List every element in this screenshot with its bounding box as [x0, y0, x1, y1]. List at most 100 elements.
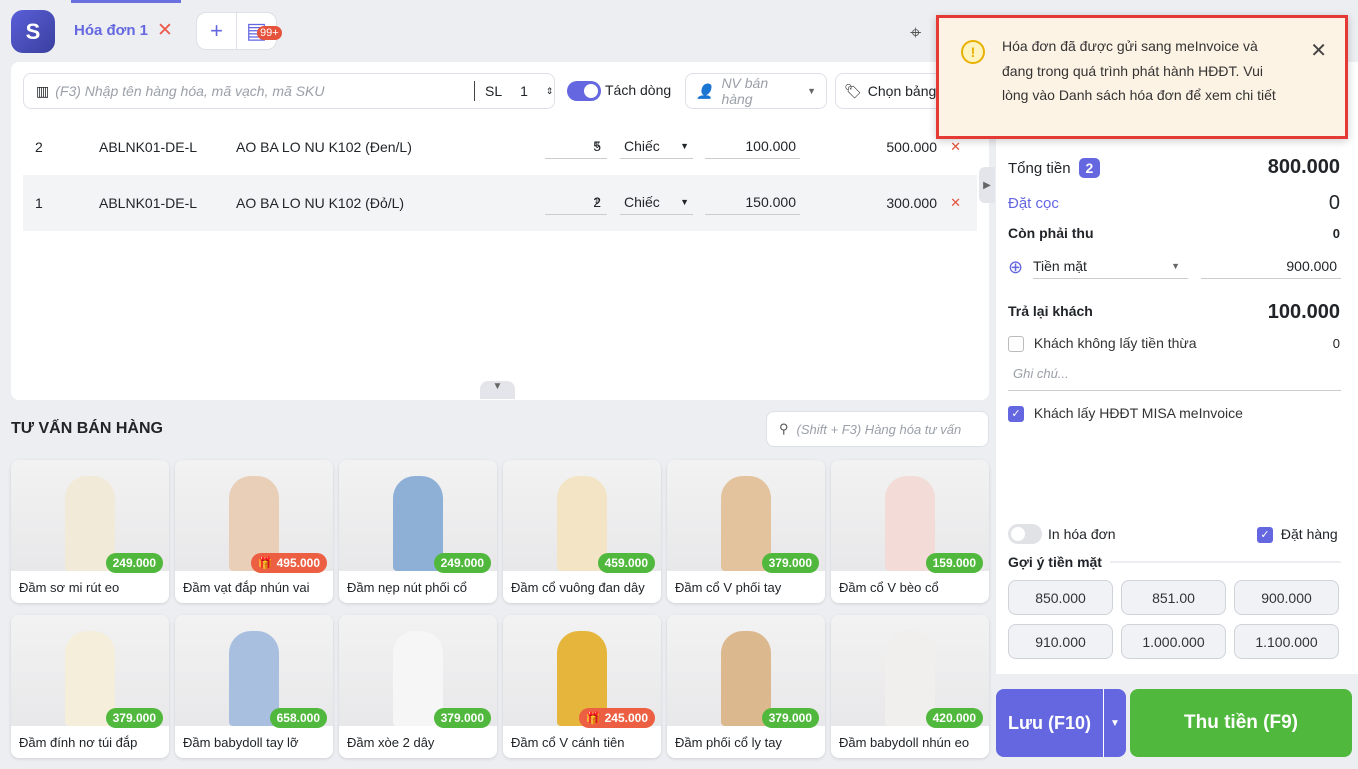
row-total: 300.000: [886, 195, 937, 211]
product-card[interactable]: 249.000 Đầm nẹp nút phối cổ: [339, 460, 497, 603]
change-amount: 100.000: [1267, 301, 1340, 323]
product-card[interactable]: 🎁 245.000 Đầm cổ V cánh tiên: [503, 615, 661, 758]
product-price: 379.000: [768, 711, 812, 725]
close-toast-icon[interactable]: ✕: [1310, 38, 1327, 63]
quantity-stepper[interactable]: SL 1 ⇕: [474, 81, 554, 101]
product-card[interactable]: 420.000 Đầm babydoll nhún eo: [831, 615, 989, 758]
product-image: 420.000: [831, 615, 989, 728]
change-label: Trả lại khách: [1008, 303, 1093, 319]
location-pin-icon[interactable]: ⌖: [910, 22, 921, 45]
product-search-input[interactable]: ▥ (F3) Nhập tên hàng hóa, mã vạch, mã SK…: [23, 73, 555, 109]
product-price: 420.000: [932, 711, 976, 725]
product-price: 459.000: [604, 556, 648, 570]
barcode-icon: ▥: [36, 82, 50, 99]
row-total: 500.000: [886, 139, 937, 155]
product-name: Đầm phối cổ ly tay: [675, 735, 782, 750]
add-payment-icon[interactable]: ⊕: [1008, 257, 1023, 278]
row-price-input[interactable]: 100.000: [705, 133, 800, 159]
product-image: 658.000: [175, 615, 333, 728]
invoice-list-button[interactable]: ▤99+: [237, 13, 282, 49]
cash-suggestions: 850.000 851.00 900.000 910.000 1.000.000 1.10…: [1008, 580, 1340, 659]
cart-row[interactable]: 2 ABLNK01-DE-L AO BA LO NU K102 (Đen/L) 5 ⇕ C…: [23, 119, 977, 175]
print-toggle[interactable]: [1008, 524, 1042, 544]
no-change-checkbox[interactable]: [1008, 336, 1024, 353]
save-button[interactable]: Lưu (F10) ▼: [996, 689, 1126, 757]
row-qty-input[interactable]: 5 ⇕: [545, 133, 607, 159]
cash-suggestion-button[interactable]: 1.000.000: [1121, 624, 1226, 659]
cash-suggestion-button[interactable]: 850.000: [1008, 580, 1113, 615]
price-list-select[interactable]: 🏷 Chọn bảng: [835, 73, 945, 109]
product-price-badge: 658.000: [269, 708, 327, 728]
cash-suggestion-button[interactable]: 900.000: [1234, 580, 1339, 615]
product-grid: 249.000 Đầm sơ mi rút eo 🎁 495.000 Đầm vạt đ…: [11, 460, 989, 758]
product-card[interactable]: 159.000 Đầm cổ V bèo cổ: [831, 460, 989, 603]
advice-section-title: TƯ VẤN BÁN HÀNG: [11, 420, 163, 437]
chevron-down-icon: ▼: [680, 140, 689, 151]
user-icon: 👤: [696, 82, 714, 99]
product-image: 379.000: [667, 460, 825, 573]
toast-message: Hóa đơn đã được gửi sang meInvoice và đa…: [1002, 38, 1276, 103]
salesperson-select[interactable]: 👤 NV bán hàng ▼: [685, 73, 827, 109]
product-price-badge: 420.000: [925, 708, 983, 728]
product-card[interactable]: 658.000 Đầm babydoll tay lỡ: [175, 615, 333, 758]
product-price: 495.000: [276, 556, 320, 570]
row-qty-input[interactable]: 2 ⇕: [545, 189, 607, 215]
product-price-badge: 379.000: [105, 708, 163, 728]
row-unit-select[interactable]: Chiếc ▼: [620, 189, 693, 215]
collapse-cart-button[interactable]: ▼: [480, 381, 515, 399]
delete-row-icon[interactable]: ✕: [950, 139, 961, 155]
deposit-link[interactable]: Đặt cọc: [1008, 195, 1059, 212]
product-card[interactable]: 379.000 Đầm phối cổ ly tay: [667, 615, 825, 758]
order-checkbox[interactable]: ✓: [1257, 527, 1273, 544]
product-name: Đầm cổ V cánh tiên: [511, 735, 625, 750]
product-price: 159.000: [932, 556, 976, 570]
total-amount: 800.000: [1267, 156, 1340, 178]
note-input[interactable]: Ghi chú...: [1008, 366, 1341, 391]
product-price: 249.000: [440, 556, 484, 570]
tab-actions: + ▤99+: [196, 12, 282, 50]
product-card[interactable]: 459.000 Đầm cổ vuông đan dây: [503, 460, 661, 603]
add-tab-button[interactable]: +: [197, 13, 237, 49]
qty-value: 1: [520, 83, 528, 99]
row-unit: Chiếc: [624, 137, 660, 154]
product-image: 379.000: [11, 615, 169, 728]
advice-search-input[interactable]: ⚲ (Shift + F3) Hàng hóa tư vấn: [766, 411, 989, 447]
product-name: Đầm nẹp nút phối cổ: [347, 580, 467, 595]
product-card[interactable]: 379.000 Đầm xòe 2 dây: [339, 615, 497, 758]
order-label: Đặt hàng: [1280, 526, 1338, 542]
row-number: 2: [35, 139, 43, 155]
product-card[interactable]: 379.000 Đầm cổ V phối tay: [667, 460, 825, 603]
split-line-toggle[interactable]: [567, 81, 601, 101]
einvoice-checkbox[interactable]: ✓: [1008, 406, 1024, 423]
save-options-dropdown[interactable]: ▼: [1104, 718, 1126, 729]
product-card[interactable]: 379.000 Đầm đính nơ túi đắp: [11, 615, 169, 758]
cash-suggestion-button[interactable]: 1.100.000: [1234, 624, 1339, 659]
cart-row[interactable]: 1 ABLNK01-DE-L AO BA LO NU K102 (Đỏ/L) 2 ⇕ Ch…: [23, 175, 977, 231]
product-price: 379.000: [768, 556, 812, 570]
product-card[interactable]: 🎁 495.000 Đầm vạt đắp nhún vai: [175, 460, 333, 603]
search-placeholder: (F3) Nhập tên hàng hóa, mã vạch, mã SKU: [55, 83, 325, 99]
active-tab-indicator: [71, 0, 181, 3]
product-name: Đầm babydoll tay lỡ: [183, 735, 299, 750]
salesperson-placeholder: NV bán hàng: [721, 75, 769, 107]
product-price: 245.000: [604, 711, 648, 725]
total-label: Tổng tiền: [1008, 159, 1071, 177]
row-sku: ABLNK01-DE-L: [99, 139, 198, 155]
product-card[interactable]: 249.000 Đầm sơ mi rút eo: [11, 460, 169, 603]
product-price: 249.000: [112, 556, 156, 570]
cash-suggestion-button[interactable]: 910.000: [1008, 624, 1113, 659]
payment-method-select[interactable]: Tiền mặt ▼: [1033, 253, 1188, 279]
product-price: 658.000: [276, 711, 320, 725]
tab-invoice-1[interactable]: Hóa đơn 1: [74, 22, 148, 39]
payment-amount-input[interactable]: 900.000: [1201, 253, 1341, 279]
product-price-badge: 379.000: [433, 708, 491, 728]
advice-search-placeholder: (Shift + F3) Hàng hóa tư vấn: [796, 421, 962, 437]
product-price-badge: 459.000: [597, 553, 655, 573]
expand-side-panel-button[interactable]: ▶: [979, 167, 995, 203]
pay-button[interactable]: Thu tiền (F9): [1130, 689, 1352, 757]
row-price-input[interactable]: 150.000: [705, 189, 800, 215]
close-tab-icon[interactable]: ✕: [157, 19, 173, 42]
delete-row-icon[interactable]: ✕: [950, 195, 961, 211]
cash-suggestion-button[interactable]: 851.00: [1121, 580, 1226, 615]
row-unit-select[interactable]: Chiếc ▼: [620, 133, 693, 159]
